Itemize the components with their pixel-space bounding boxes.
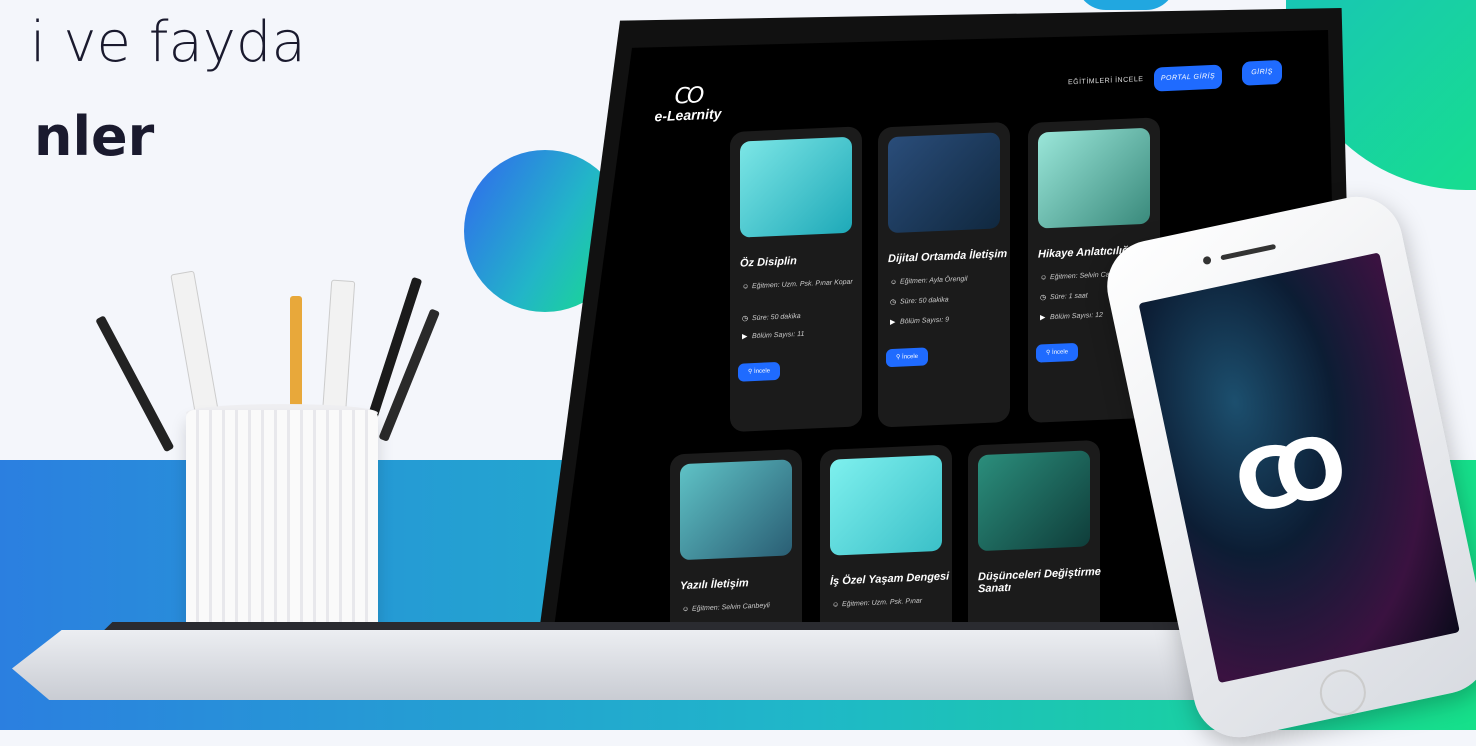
- user-icon: ☺: [742, 283, 750, 291]
- course-duration: ◷ Süre: 50 dakika: [890, 292, 1008, 309]
- course-details-button[interactable]: ⚲ İncele: [886, 347, 928, 368]
- phone-screen: CO: [1138, 252, 1460, 684]
- course-image: [978, 450, 1090, 552]
- phone-speaker: [1220, 243, 1277, 261]
- site-logo[interactable]: CO e-Learnity: [648, 82, 728, 124]
- search-icon: ⚲: [1045, 350, 1051, 357]
- course-title: Dijital Ortamda İletişim: [888, 247, 1008, 266]
- course-image: [680, 459, 792, 561]
- course-card[interactable]: İş Özel Yaşam Dengesi ☺ Eğitmen: Uzm. Psk…: [820, 444, 952, 625]
- course-details-button[interactable]: ⚲ İncele: [738, 361, 780, 382]
- smartphone: CO: [1098, 188, 1476, 746]
- course-details-button[interactable]: ⚲ İncele: [1036, 342, 1078, 363]
- course-duration: ◷ Süre: 50 dakika: [742, 308, 860, 325]
- course-sections: ▶ Bölüm Sayısı: 11: [742, 326, 860, 343]
- course-instructor: ☺ Eğitmen: Uzm. Psk. Pınar: [832, 594, 950, 611]
- app-logo-icon: CO: [1226, 419, 1334, 535]
- login-button[interactable]: GİRİŞ: [1242, 59, 1282, 86]
- search-icon: ⚲: [747, 369, 753, 376]
- course-instructor: ☺ Eğitmen: Selvin Canbeyli: [682, 599, 800, 616]
- user-icon: ☺: [682, 605, 690, 614]
- course-image: [830, 454, 942, 556]
- course-card[interactable]: Düşünceleri Değiştirme Sanatı: [968, 439, 1101, 625]
- course-card[interactable]: Dijital Ortamda İletişim ☺ Eğitmen: Ayla …: [878, 121, 1010, 428]
- portal-login-button[interactable]: PORTAL GİRİŞ: [1154, 64, 1222, 92]
- course-sections: ▶ Bölüm Sayısı: 9: [890, 312, 1008, 329]
- headline-line-2: nler: [34, 105, 155, 168]
- search-icon: ⚲: [895, 354, 901, 361]
- phone-camera: [1202, 255, 1212, 266]
- course-image: [888, 132, 1000, 234]
- course-title: Öz Disiplin: [740, 255, 797, 270]
- play-icon: ▶: [1040, 314, 1046, 322]
- course-title: İş Özel Yaşam Dengesi: [830, 570, 950, 588]
- play-icon: ▶: [890, 318, 896, 327]
- home-button: [1315, 665, 1371, 720]
- laptop-base: [12, 630, 1252, 700]
- course-card[interactable]: Yazılı İletişim ☺ Eğitmen: Selvin Canbeyl…: [670, 448, 802, 625]
- clock-icon: ◷: [890, 298, 897, 307]
- user-icon: ☺: [832, 601, 840, 609]
- course-title: Düşünceleri Değiştirme Sanatı: [978, 565, 1101, 596]
- nav-courses-link[interactable]: EĞİTİMLERİ İNCELE: [1068, 76, 1143, 86]
- course-instructor: ☺ Eğitmen: Uzm. Psk. Pınar Kopar: [742, 276, 860, 293]
- phone-body: CO: [1098, 188, 1476, 746]
- play-icon: ▶: [742, 333, 748, 341]
- course-image: [1038, 127, 1150, 229]
- course-title: Yazılı İletişim: [680, 577, 749, 593]
- headline-line-1: i ve fayda: [30, 10, 306, 75]
- logo-text: e-Learnity: [654, 105, 722, 125]
- background-shape-small: [1076, 0, 1176, 10]
- user-icon: ☺: [1040, 274, 1048, 282]
- course-card[interactable]: Öz Disiplin ☺ Eğitmen: Uzm. Psk. Pınar Ko…: [730, 126, 862, 433]
- course-instructor: ☺ Eğitmen: Ayla Örengil: [890, 272, 1008, 289]
- course-image: [740, 136, 852, 238]
- clock-icon: ◷: [1040, 294, 1047, 302]
- user-icon: ☺: [890, 278, 898, 287]
- pencil-dark: [95, 315, 175, 453]
- clock-icon: ◷: [742, 315, 749, 323]
